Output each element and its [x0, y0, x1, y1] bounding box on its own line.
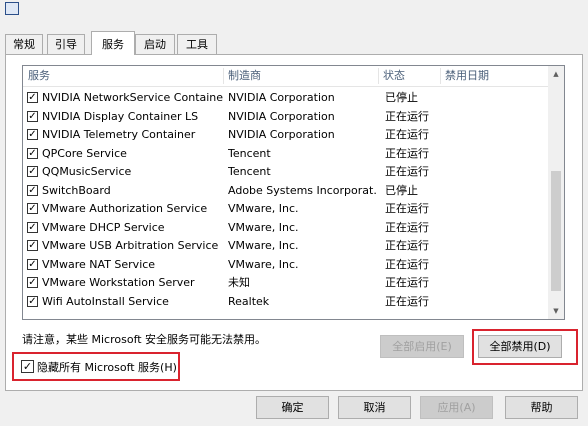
checkmark-icon: ✓ [28, 221, 37, 233]
service-status: 正在运行 [385, 146, 429, 160]
service-name: VMware DHCP Service [42, 220, 165, 234]
service-vendor: Adobe Systems Incorporat... [228, 183, 376, 197]
service-status: 正在运行 [385, 276, 429, 289]
column-header-disable-date[interactable]: 禁用日期 [440, 66, 550, 86]
service-status: 正在运行 [385, 239, 429, 252]
checkmark-icon: ✓ [28, 147, 37, 159]
service-vendor: VMware, Inc. [228, 220, 299, 234]
service-checkbox[interactable]: ✓ [27, 92, 38, 103]
tab-tools[interactable]: 工具 [177, 34, 217, 54]
table-row[interactable]: ✓ NVIDIA NetworkService Container NVIDIA C… [23, 89, 550, 107]
service-checkbox[interactable]: ✓ [27, 147, 38, 159]
table-row[interactable]: ✓ VMware Workstation Server 未知 正在运行 [23, 274, 550, 292]
services-list[interactable]: 服务 制造商 状态 禁用日期 ✓ NVIDIA NetworkService Co… [22, 65, 565, 320]
tab-startup[interactable]: 启动 [135, 34, 175, 54]
service-vendor: NVIDIA Corporation [228, 128, 335, 141]
table-row[interactable]: ✓ NVIDIA Display Container LS NVIDIA Corpo… [23, 108, 550, 126]
column-header-vendor[interactable]: 制造商 [223, 66, 378, 86]
checkmark-icon: ✓ [28, 258, 37, 270]
service-vendor: Tencent [228, 165, 271, 178]
service-status: 正在运行 [385, 128, 429, 141]
checkmark-icon: ✓ [28, 129, 37, 140]
checkmark-icon: ✓ [28, 110, 37, 122]
checkmark-icon: ✓ [28, 92, 37, 103]
table-row[interactable]: ✓ VMware Authorization Service VMware, Inc… [23, 200, 550, 218]
service-checkbox[interactable]: ✓ [27, 129, 38, 140]
service-name: SwitchBoard [42, 183, 111, 197]
checkmark-icon: ✓ [28, 277, 37, 288]
service-name: QPCore Service [42, 146, 127, 160]
service-vendor: VMware, Inc. [228, 239, 299, 252]
cancel-button[interactable]: 取消 [338, 396, 411, 419]
checkmark-icon: ✓ [28, 166, 37, 177]
service-name: VMware NAT Service [42, 257, 156, 271]
checkmark-icon: ✓ [28, 295, 37, 307]
scroll-thumb[interactable] [551, 171, 561, 291]
table-row[interactable]: ✓ SwitchBoard Adobe Systems Incorporat... 已… [23, 182, 550, 200]
service-name: VMware Workstation Server [42, 276, 195, 289]
service-vendor: 未知 [228, 276, 250, 289]
table-row[interactable]: ✓ NVIDIA Telemetry Container NVIDIA Corpor… [23, 126, 550, 144]
service-vendor: VMware, Inc. [228, 257, 299, 271]
table-row[interactable]: ✓ QPCore Service Tencent 正在运行 [23, 145, 550, 163]
service-status: 正在运行 [385, 257, 429, 271]
checkmark-icon: ✓ [28, 240, 37, 251]
service-checkbox[interactable]: ✓ [27, 166, 38, 177]
app-icon [5, 2, 19, 15]
service-name: VMware Authorization Service [42, 202, 208, 215]
list-header: 服务 制造商 状态 禁用日期 [23, 66, 550, 87]
checkmark-icon: ✓ [28, 203, 37, 214]
table-row[interactable]: ✓ VMware DHCP Service VMware, Inc. 正在运行 [23, 219, 550, 237]
highlight-box-hide-ms [12, 352, 180, 381]
service-checkbox[interactable]: ✓ [27, 110, 38, 122]
service-status: 已停止 [385, 91, 418, 104]
scroll-down-icon[interactable]: ▼ [548, 303, 564, 319]
service-status: 正在运行 [385, 294, 429, 308]
service-name: NVIDIA NetworkService Container [42, 91, 223, 104]
highlight-box-disable-all [472, 329, 578, 365]
column-header-service[interactable]: 服务 [23, 66, 223, 86]
service-status: 正在运行 [385, 220, 429, 234]
service-checkbox[interactable]: ✓ [27, 240, 38, 251]
service-name: NVIDIA Display Container LS [42, 109, 199, 123]
service-status: 已停止 [385, 183, 418, 197]
tab-services[interactable]: 服务 [91, 31, 135, 55]
service-status: 正在运行 [385, 202, 429, 215]
service-checkbox[interactable]: ✓ [27, 277, 38, 288]
tab-general[interactable]: 常规 [5, 34, 43, 54]
enable-all-button[interactable]: 全部启用(E) [380, 335, 464, 358]
apply-button[interactable]: 应用(A) [420, 396, 493, 419]
table-row[interactable]: ✓ Wifi AutoInstall Service Realtek 正在运行 [23, 293, 550, 311]
service-checkbox[interactable]: ✓ [27, 203, 38, 214]
service-vendor: NVIDIA Corporation [228, 109, 335, 123]
service-name: NVIDIA Telemetry Container [42, 128, 196, 141]
scroll-up-icon[interactable]: ▲ [548, 66, 564, 82]
service-vendor: Realtek [228, 294, 270, 308]
table-row[interactable]: ✓ VMware NAT Service VMware, Inc. 正在运行 [23, 256, 550, 274]
help-button[interactable]: 帮助 [505, 396, 578, 419]
service-vendor: Tencent [228, 146, 271, 160]
service-name: VMware USB Arbitration Service [42, 239, 219, 252]
service-vendor: VMware, Inc. [228, 202, 299, 215]
service-status: 正在运行 [385, 165, 429, 178]
service-name: QQMusicService [42, 165, 132, 178]
service-name: Wifi AutoInstall Service [42, 294, 169, 308]
service-checkbox[interactable]: ✓ [27, 184, 38, 196]
column-header-status[interactable]: 状态 [378, 66, 440, 86]
service-checkbox[interactable]: ✓ [27, 295, 38, 307]
table-row[interactable]: ✓ QQMusicService Tencent 正在运行 [23, 163, 550, 181]
vertical-scrollbar[interactable]: ▲ ▼ [548, 66, 564, 319]
ok-button[interactable]: 确定 [256, 396, 329, 419]
service-checkbox[interactable]: ✓ [27, 258, 38, 270]
checkmark-icon: ✓ [28, 184, 37, 196]
service-checkbox[interactable]: ✓ [27, 221, 38, 233]
service-vendor: NVIDIA Corporation [228, 91, 335, 104]
security-note: 请注意，某些 Microsoft 安全服务可能无法禁用。 [22, 333, 267, 346]
service-status: 正在运行 [385, 109, 429, 123]
table-row[interactable]: ✓ VMware USB Arbitration Service VMware, I… [23, 237, 550, 255]
tab-boot[interactable]: 引导 [47, 34, 85, 54]
